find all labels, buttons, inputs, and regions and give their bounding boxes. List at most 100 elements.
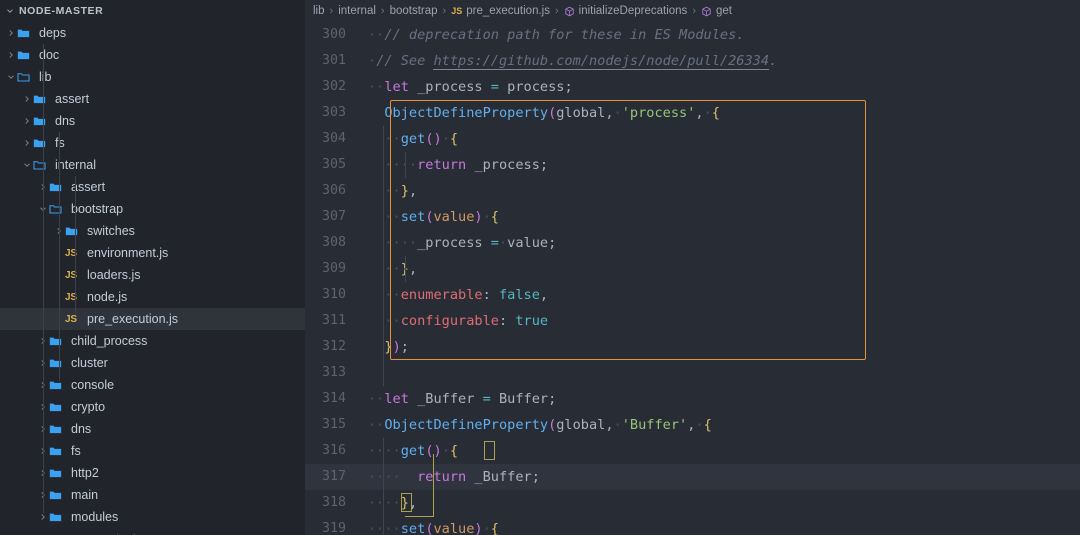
tree-item-label: http2	[71, 466, 99, 480]
code-line[interactable]: 312 });	[305, 334, 1080, 360]
code-line[interactable]: 304 ··get()·{	[305, 126, 1080, 152]
code-line[interactable]: 311 ··configurable: true	[305, 308, 1080, 334]
tree-indent-guide	[75, 176, 76, 314]
code-line[interactable]: 300 ··// deprecation path for these in ES…	[305, 22, 1080, 48]
code-token: _process	[408, 79, 491, 95]
chevron-down-icon[interactable]	[20, 160, 33, 170]
code-token: =	[490, 79, 499, 95]
code-token: value;	[507, 235, 557, 251]
tree-indent-guide	[59, 132, 60, 381]
tree-item-node-js[interactable]: JS node.js	[0, 286, 305, 308]
line-number: 315	[321, 417, 346, 432]
tree-item-pre-execution-js[interactable]: JS pre_execution.js	[0, 308, 305, 330]
breadcrumb-item-lib[interactable]: lib	[313, 5, 325, 17]
explorer-root-label: NODE-MASTER	[19, 5, 104, 17]
breadcrumb-item-pre-execution-js[interactable]: JS pre_execution.js	[451, 5, 550, 17]
code-line[interactable]: 318 ····},	[305, 490, 1080, 516]
tree-item-dns[interactable]: dns	[0, 418, 305, 440]
tree-item-deps[interactable]: deps	[0, 22, 305, 44]
code-token: ·	[482, 209, 491, 225]
code-token: get	[400, 443, 426, 459]
code-token: ObjectDefineProperty	[384, 417, 549, 433]
code-token: :	[482, 287, 491, 303]
code-line-text: ObjectDefineProperty(global,·'process',·…	[365, 100, 720, 126]
chevron-right-icon[interactable]	[20, 116, 33, 126]
chevron-down-icon[interactable]	[4, 72, 17, 82]
code-line[interactable]: 317 ···· return _Buffer;	[305, 464, 1080, 490]
code-token: )	[392, 339, 401, 355]
code-line[interactable]: 301 ·// See https://github.com/nodejs/nod…	[305, 48, 1080, 74]
tree-item-assert[interactable]: assert	[0, 88, 305, 110]
breadcrumb-item-internal[interactable]: internal	[338, 5, 376, 17]
tree-item-label: dns	[55, 114, 76, 128]
code-token: 'process'	[621, 105, 696, 121]
breadcrumb-item-bootstrap[interactable]: bootstrap	[390, 5, 438, 17]
breadcrumb-item-initializeDeprecations[interactable]: initializeDeprecations	[564, 5, 687, 17]
code-area[interactable]: 300 ··// deprecation path for these in ES…	[305, 22, 1080, 535]
code-line-text: ····},	[365, 490, 417, 516]
code-line[interactable]: 302 ··let _process = process;	[305, 74, 1080, 100]
code-token: ·	[613, 105, 622, 121]
breadcrumb-item-label: pre_execution.js	[466, 5, 550, 17]
tree-item-child-process[interactable]: child_process	[0, 330, 305, 352]
tree-item-label: pre_execution.js	[87, 312, 179, 326]
tree-item-crypto[interactable]: crypto	[0, 396, 305, 418]
tree-item-http2[interactable]: http2	[0, 462, 305, 484]
tree-item-main[interactable]: main	[0, 484, 305, 506]
chevron-right-icon[interactable]	[4, 28, 17, 38]
code-token: _process;	[466, 157, 549, 173]
symbol-method-icon	[564, 6, 575, 17]
code-line[interactable]: 313	[305, 360, 1080, 386]
code-line[interactable]: 303 ObjectDefineProperty(global,·'proces…	[305, 100, 1080, 126]
tree-item-label: main	[71, 488, 99, 502]
tree-item-doc[interactable]: doc	[0, 44, 305, 66]
tree-item-modules[interactable]: modules	[0, 506, 305, 528]
editor-pane: lib › internal › bootstrap › JS pre_execution.j…	[305, 0, 1080, 535]
code-line[interactable]: 314 ··let _Buffer = Buffer;	[305, 386, 1080, 412]
line-number: 306	[321, 183, 346, 198]
code-line[interactable]: 309 ··},	[305, 256, 1080, 282]
code-token: ··	[368, 79, 385, 95]
tree-item-internal[interactable]: internal	[0, 154, 305, 176]
code-line[interactable]: 305 ····return _process;	[305, 152, 1080, 178]
line-number: 301	[321, 53, 346, 68]
folder-icon	[49, 401, 68, 414]
tree-item-console[interactable]: console	[0, 374, 305, 396]
line-number: 309	[321, 261, 346, 276]
code-token: {	[449, 443, 459, 459]
code-token: ··	[368, 287, 401, 303]
tree-item-dns[interactable]: dns	[0, 110, 305, 132]
code-line[interactable]: 316 ····get()·{	[305, 438, 1080, 464]
tree-item-switches[interactable]: switches	[0, 220, 305, 242]
tree-item-fs[interactable]: fs	[0, 440, 305, 462]
code-line[interactable]: 319 ····set(value)·{	[305, 516, 1080, 535]
tree-indent-guide	[43, 44, 44, 513]
explorer-sidebar: NODE-MASTER depsdoclibassertdnsfsinterna…	[0, 0, 305, 535]
code-line[interactable]: 308 ····_process =·value;	[305, 230, 1080, 256]
chevron-right-icon[interactable]	[36, 512, 49, 522]
tree-item-bootstrap[interactable]: bootstrap	[0, 198, 305, 220]
tree-item-per-context[interactable]: per_context	[0, 528, 305, 535]
tree-item-environment-js[interactable]: JS environment.js	[0, 242, 305, 264]
breadcrumb-item-get[interactable]: get	[701, 5, 732, 17]
chevron-right-icon[interactable]	[20, 138, 33, 148]
tree-item-fs[interactable]: fs	[0, 132, 305, 154]
tree-item-cluster[interactable]: cluster	[0, 352, 305, 374]
tree-item-loaders-js[interactable]: JS loaders.js	[0, 264, 305, 286]
code-token: process;	[498, 79, 573, 95]
code-line[interactable]: 307 ··set(value)·{	[305, 204, 1080, 230]
chevron-right-icon[interactable]	[4, 50, 17, 60]
explorer-section-header[interactable]: NODE-MASTER	[0, 0, 305, 22]
vscode-window: NODE-MASTER depsdoclibassertdnsfsinterna…	[0, 0, 1080, 535]
code-line[interactable]: 306 ··},	[305, 178, 1080, 204]
tree-item-lib[interactable]: lib	[0, 66, 305, 88]
code-token: ····	[368, 235, 418, 251]
code-token: ,	[539, 287, 549, 303]
code-line[interactable]: 310 ··enumerable: false,	[305, 282, 1080, 308]
tree-item-assert[interactable]: assert	[0, 176, 305, 198]
code-token: ()	[425, 131, 442, 147]
code-token: ·	[703, 105, 712, 121]
code-token: global,	[556, 417, 614, 433]
code-line[interactable]: 315 ··ObjectDefineProperty(global,·'Buffe…	[305, 412, 1080, 438]
chevron-right-icon[interactable]	[20, 94, 33, 104]
